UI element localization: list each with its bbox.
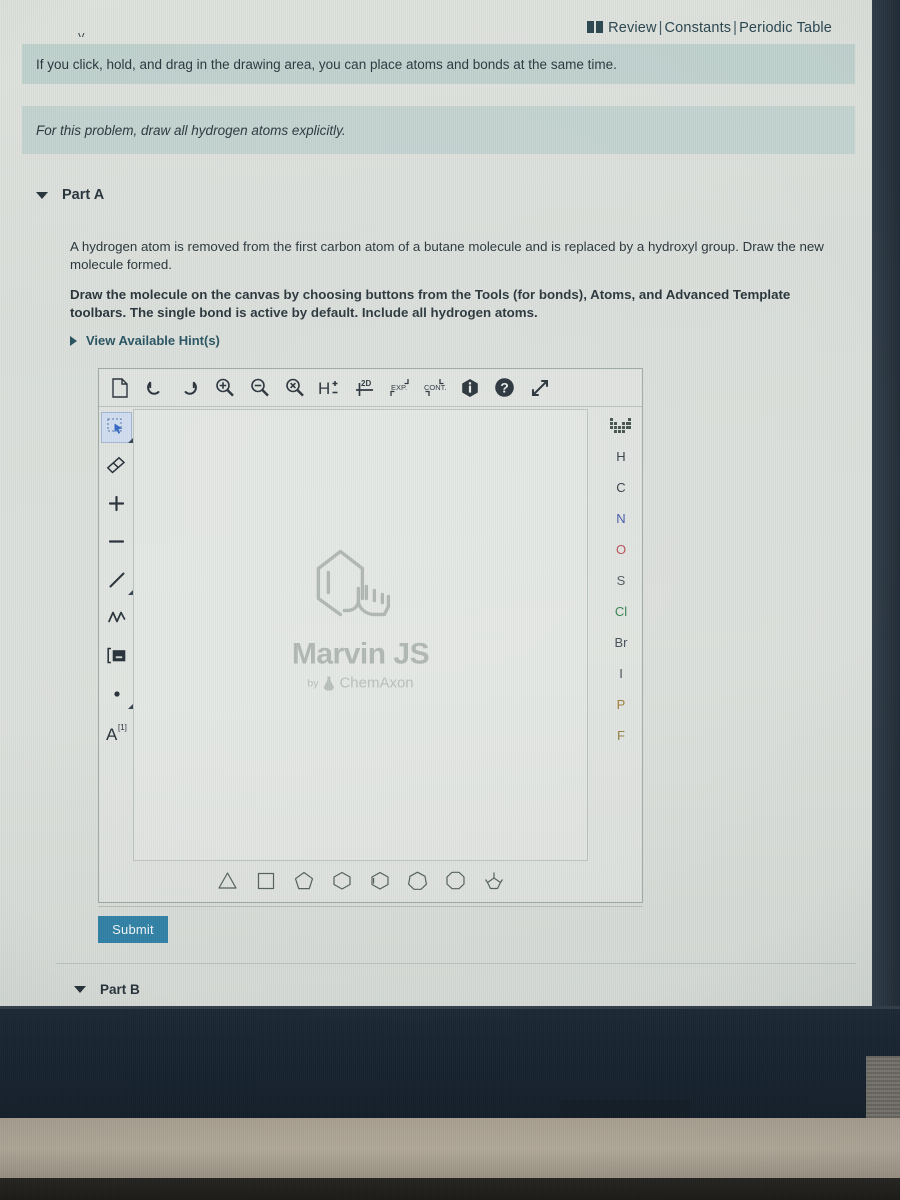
divider-above-submit: [98, 906, 643, 907]
clean-2d-icon[interactable]: 2D: [348, 373, 381, 403]
tools-toolbar: A [1]: [100, 409, 133, 861]
zoom-in-icon[interactable]: [208, 373, 241, 403]
link-separator-1: |: [658, 20, 663, 36]
template-cyclooctane-icon[interactable]: [442, 867, 469, 894]
mastering-chemistry-page: y , Review | Constants | Periodic Table If y…: [0, 0, 878, 1006]
header-links: Review | Constants | Periodic Table: [587, 20, 832, 36]
contracted-icon[interactable]: CONT.: [418, 373, 451, 403]
redo-icon[interactable]: [173, 373, 206, 403]
selection-tool-icon[interactable]: [101, 412, 133, 443]
part-a-instructions: Draw the molecule on the canvas by choos…: [70, 287, 791, 321]
chain-tool-icon[interactable]: [102, 603, 131, 632]
advanced-template-toolbar: [133, 862, 588, 898]
atom-o[interactable]: O: [606, 539, 636, 560]
clipped-text-sliver: y ,: [78, 28, 101, 37]
tip-banner-text: If you click, hold, and drag in the draw…: [36, 56, 617, 72]
chevron-down-icon[interactable]: [36, 191, 48, 199]
watermark-vendor: ChemAxon: [339, 674, 414, 692]
explicit-icon[interactable]: EXP.: [383, 373, 416, 403]
svg-text:?: ?: [500, 380, 509, 396]
part-a-header[interactable]: Part A: [36, 187, 104, 203]
part-b-title: Part B: [100, 982, 140, 997]
increase-charge-icon[interactable]: [102, 489, 131, 518]
watermark-by: by: [307, 677, 319, 689]
marvin-toolbar: H 2D EXP. CONT. ?: [99, 369, 642, 407]
template-advanced-icon[interactable]: [480, 867, 507, 894]
chevron-right-icon: [70, 335, 77, 346]
note-banner: For this problem, draw all hydrogen atom…: [22, 106, 855, 154]
watermark-subtitle: by ChemAxon: [292, 675, 429, 692]
fullscreen-icon[interactable]: [523, 373, 556, 403]
atom-f[interactable]: F: [606, 725, 636, 746]
periodic-table-icon[interactable]: [606, 415, 636, 436]
zoom-out-icon[interactable]: [243, 373, 276, 403]
constants-link[interactable]: Constants: [665, 20, 732, 36]
part-a-prompt: A hydrogen atom is removed from the firs…: [70, 239, 824, 273]
template-cyclohexene-icon[interactable]: [366, 867, 393, 894]
chevron-down-icon-b[interactable]: [74, 986, 86, 993]
atom-label-icon[interactable]: A [1]: [102, 717, 131, 746]
laptop-screen: y , Review | Constants | Periodic Table If y…: [0, 0, 878, 1006]
book-icon: [587, 21, 604, 33]
marvin-js-watermark: Marvin JS by ChemAxon: [291, 543, 430, 692]
atom-c[interactable]: C: [606, 477, 636, 498]
template-cycloheptane-icon[interactable]: [404, 867, 431, 894]
link-separator-2: |: [733, 20, 738, 36]
eraser-tool-icon[interactable]: [102, 451, 131, 480]
about-icon[interactable]: [453, 373, 486, 403]
atom-i[interactable]: I: [606, 663, 636, 684]
watermark-title: Marvin JS: [291, 637, 430, 671]
hydrogen-toggle-icon[interactable]: H: [313, 373, 346, 403]
chemaxon-logo-icon: [323, 676, 334, 691]
atom-h[interactable]: H: [606, 446, 636, 467]
atom-s[interactable]: S: [606, 570, 636, 591]
part-a-title: Part A: [62, 187, 105, 203]
divider-above-part-b: [56, 963, 856, 964]
view-hints-link[interactable]: View Available Hint(s): [70, 333, 220, 348]
note-banner-text: For this problem, draw all hydrogen atom…: [36, 122, 346, 138]
template-cyclobutane-icon[interactable]: [252, 867, 279, 894]
view-hints-label: View Available Hint(s): [86, 333, 220, 348]
template-cyclopropane-icon[interactable]: [214, 867, 241, 894]
laptop-keyboard-edge: [0, 1178, 900, 1200]
atoms-toolbar: H C N O S Cl Br I P F: [602, 409, 640, 809]
marvin-js-editor[interactable]: H 2D EXP. CONT. ? A [1] Marvin JS by Che…: [98, 368, 643, 903]
svg-text:A: A: [106, 725, 118, 743]
svg-text:H: H: [318, 379, 330, 398]
part-b-header[interactable]: Part B: [74, 982, 140, 997]
svg-text:EXP.: EXP.: [391, 383, 407, 392]
single-bond-icon[interactable]: [102, 565, 133, 595]
atom-p[interactable]: P: [606, 694, 636, 715]
decrease-charge-icon[interactable]: [102, 527, 131, 556]
tip-banner: If you click, hold, and drag in the draw…: [22, 44, 855, 84]
submit-button[interactable]: Submit: [98, 916, 168, 943]
new-file-icon[interactable]: [103, 373, 136, 403]
screen-bezel-right: [872, 0, 900, 1020]
svg-text:2D: 2D: [361, 379, 371, 388]
review-link[interactable]: Review: [608, 20, 656, 36]
zoom-reset-icon[interactable]: [278, 373, 311, 403]
bracket-tool-icon[interactable]: [102, 641, 131, 670]
laptop-photo: y , Review | Constants | Periodic Table If y…: [0, 0, 900, 1200]
atom-cl[interactable]: Cl: [606, 601, 636, 622]
svg-text:[1]: [1]: [118, 723, 127, 732]
laptop-speaker-grille: [866, 1056, 900, 1118]
periodic-table-link[interactable]: Periodic Table: [739, 20, 832, 36]
help-icon[interactable]: ?: [488, 373, 521, 403]
template-cyclohexane-icon[interactable]: [328, 867, 355, 894]
radical-tool-icon[interactable]: [102, 679, 133, 709]
undo-icon[interactable]: [138, 373, 171, 403]
template-cyclopentane-icon[interactable]: [290, 867, 317, 894]
drawing-canvas[interactable]: Marvin JS by ChemAxon: [133, 409, 588, 861]
atom-n[interactable]: N: [606, 508, 636, 529]
svg-text:CONT.: CONT.: [424, 383, 447, 392]
atom-br[interactable]: Br: [606, 632, 636, 653]
